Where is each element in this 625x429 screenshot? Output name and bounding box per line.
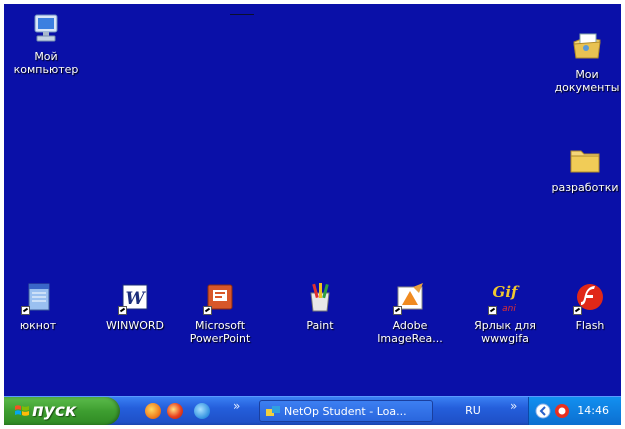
desktop-icon-gif[interactable]: Gif ani Ярлык для wwwgifa (465, 281, 545, 345)
desktop-icon-my-documents[interactable]: Мои документы (547, 30, 621, 94)
notepad-icon (21, 281, 55, 315)
desktop-icon-label: WINWORD (106, 319, 164, 332)
desktop-icon-my-computer[interactable]: Мой компьютер (6, 12, 86, 76)
shortcut-arrow-icon (573, 306, 582, 315)
tray-app-icon[interactable] (554, 403, 570, 419)
taskbar-button-label: NetOp Student - Loa... (284, 405, 407, 418)
my-computer-icon (29, 12, 63, 46)
desktop-icon-powerpoint[interactable]: Microsoft PowerPoint (180, 281, 260, 345)
clock[interactable]: 14:46 (577, 397, 609, 425)
desktop-icon-label: разработки (551, 181, 619, 194)
desktop-icon-folder[interactable]: разработки (545, 143, 621, 194)
folder-icon (568, 143, 602, 177)
shortcut-arrow-icon (203, 306, 212, 315)
windows-flag-icon (15, 405, 29, 416)
gif-icon: Gif ani (488, 281, 522, 315)
powerpoint-icon (203, 281, 237, 315)
taskbar: пуск » NetOp Student - Loa... RU » 14:46 (4, 396, 621, 425)
firefox-icon[interactable] (145, 403, 161, 419)
desktop-icon-label: Ярлык для wwwgifa (474, 319, 536, 345)
flash-icon (573, 281, 607, 315)
top-dash (230, 14, 254, 15)
paint-icon (303, 281, 337, 315)
browser-icon[interactable] (167, 403, 183, 419)
system-tray: 14:46 (528, 397, 621, 425)
start-button[interactable]: пуск (4, 397, 120, 425)
desktop-icon-label: Flash (575, 319, 605, 332)
desktop-icon-paint[interactable]: Paint (280, 281, 360, 332)
netop-icon (266, 406, 280, 416)
desktop-icon-winword[interactable]: W WINWORD (95, 281, 175, 332)
shortcut-arrow-icon (21, 306, 30, 315)
desktop-icon-label: юкнот (19, 319, 57, 332)
taskbar-button-netop[interactable]: NetOp Student - Loa... (259, 400, 433, 422)
desktop-icon-imageready[interactable]: Adobe ImageRea... (370, 281, 450, 345)
svg-text:ani: ani (502, 304, 516, 314)
word-icon: W (118, 281, 152, 315)
shortcut-arrow-icon (118, 306, 127, 315)
start-label: пуск (32, 401, 77, 421)
internet-explorer-icon[interactable] (194, 403, 210, 419)
desktop-icon-label: Мой компьютер (13, 50, 79, 76)
language-indicator[interactable]: RU (462, 401, 484, 421)
my-documents-icon (570, 30, 604, 64)
shortcut-arrow-icon (393, 306, 402, 315)
desktop-icon-label: Мои документы (554, 68, 620, 94)
desktop-icon-label: Paint (306, 319, 334, 332)
tray-expand-icon[interactable] (535, 403, 551, 419)
desktop-icon-notepad[interactable]: юкнот (4, 281, 78, 332)
shortcut-arrow-icon (488, 306, 497, 315)
svg-text:W: W (125, 289, 146, 309)
tray-chevron-icon[interactable]: » (510, 399, 517, 413)
desktop[interactable]: Мой компьютер Мои документы разработки ю… (4, 4, 621, 425)
svg-text:Gif: Gif (493, 283, 521, 301)
desktop-icon-label: Microsoft PowerPoint (189, 319, 251, 345)
desktop-icon-flash[interactable]: Flash (550, 281, 621, 332)
imageready-icon (393, 281, 427, 315)
quicklaunch-chevron-icon[interactable]: » (233, 399, 240, 413)
desktop-icon-label: Adobe ImageRea... (377, 319, 443, 345)
